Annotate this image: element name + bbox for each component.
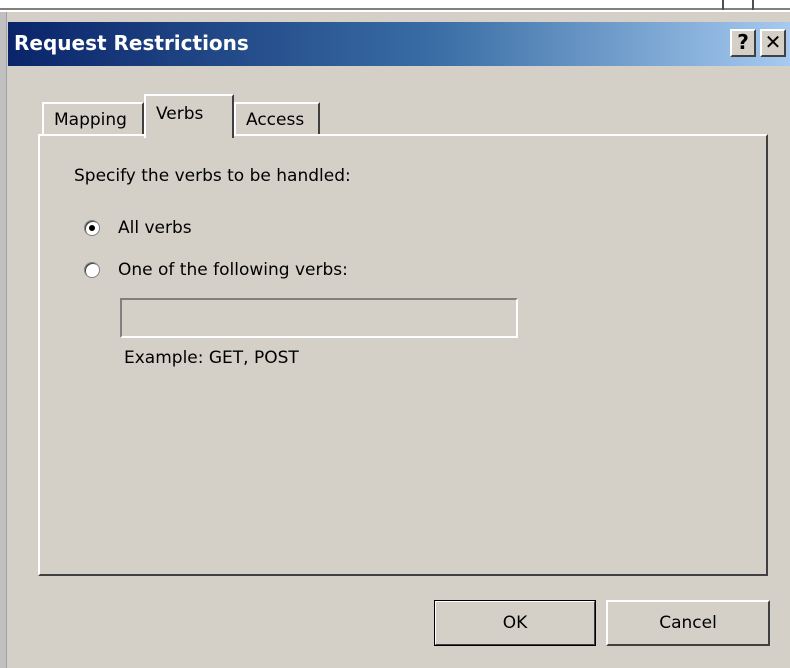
divider bbox=[752, 0, 754, 10]
divider bbox=[722, 0, 724, 10]
background-window-edge bbox=[0, 12, 7, 668]
title-bar[interactable]: Request Restrictions ? ✕ bbox=[8, 22, 790, 66]
tab-access[interactable]: Access bbox=[234, 102, 320, 136]
verbs-input[interactable] bbox=[120, 298, 518, 338]
tab-mapping[interactable]: Mapping bbox=[42, 102, 144, 136]
radio-all-verbs-label[interactable]: All verbs bbox=[118, 218, 192, 238]
dialog-window: Request Restrictions ? ✕ Mapping Verbs A… bbox=[0, 0, 790, 668]
radio-dot bbox=[89, 225, 95, 231]
verbs-tab-panel: Specify the verbs to be handled: All ver… bbox=[38, 134, 768, 576]
dialog-title: Request Restrictions bbox=[14, 31, 249, 55]
cancel-button[interactable]: Cancel bbox=[606, 600, 770, 646]
radio-all-verbs[interactable]: All verbs bbox=[84, 216, 192, 240]
radio-one-of-verbs[interactable]: One of the following verbs: bbox=[84, 258, 348, 282]
ok-button[interactable]: OK bbox=[434, 600, 596, 646]
verbs-example-text: Example: GET, POST bbox=[124, 348, 299, 368]
background-window-edge bbox=[0, 0, 790, 12]
close-icon[interactable]: ✕ bbox=[760, 29, 786, 57]
radio-unselected-icon[interactable] bbox=[84, 262, 100, 278]
help-icon[interactable]: ? bbox=[730, 29, 756, 57]
cancel-button-label: Cancel bbox=[659, 613, 717, 633]
radio-selected-icon[interactable] bbox=[84, 220, 100, 236]
divider bbox=[0, 8, 790, 10]
verbs-heading: Specify the verbs to be handled: bbox=[74, 166, 351, 186]
ok-button-label: OK bbox=[502, 613, 528, 633]
radio-one-of-verbs-label[interactable]: One of the following verbs: bbox=[118, 260, 348, 280]
tab-verbs[interactable]: Verbs bbox=[144, 94, 234, 138]
